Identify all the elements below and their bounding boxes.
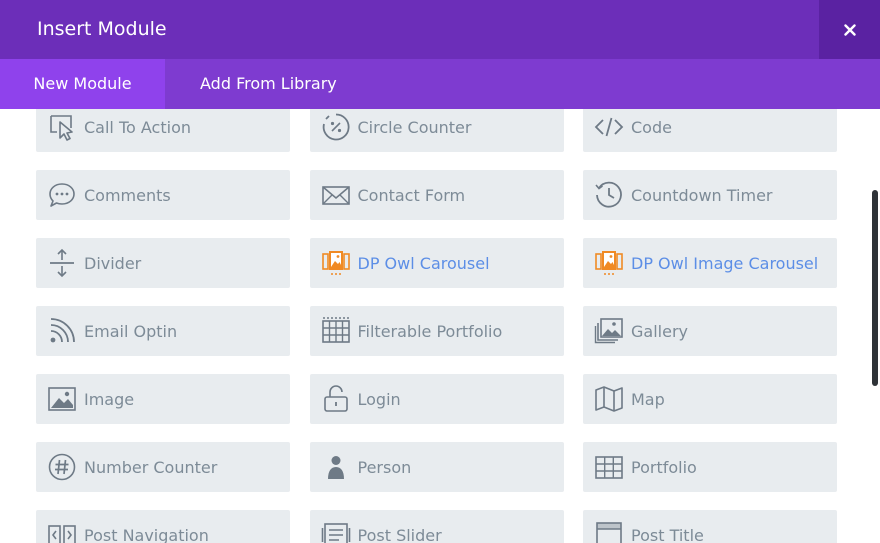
carousel-icon [594,248,624,278]
image-icon [47,384,77,414]
module-divider[interactable]: Divider [36,238,290,288]
module-gallery[interactable]: Gallery [583,306,837,356]
module-label: Post Navigation [84,525,209,543]
hash-icon [47,452,77,482]
module-circle-counter[interactable]: Circle Counter [309,109,564,152]
module-number-counter[interactable]: Number Counter [36,442,290,492]
module-map[interactable]: Map [583,374,837,424]
cursor-click-icon [47,112,77,142]
grid-table-icon [321,316,351,346]
module-label: Countdown Timer [631,185,773,205]
module-filterable-portfolio[interactable]: Filterable Portfolio [309,306,564,356]
module-post-title[interactable]: Post Title [583,510,837,543]
module-dp-owl-carousel[interactable]: DP Owl Carousel [309,238,564,288]
module-label: Post Slider [357,525,442,543]
post-slider-icon [321,520,351,543]
module-countdown-timer[interactable]: Countdown Timer [583,170,837,220]
module-label: Post Title [631,525,704,543]
dialog-header: Insert Module [0,0,880,59]
portfolio-grid-icon [594,452,624,482]
module-label: Map [631,389,665,409]
post-title-icon [594,520,624,543]
code-icon [594,112,624,142]
module-label: Gallery [631,321,688,341]
module-login[interactable]: Login [309,374,564,424]
module-person[interactable]: Person [309,442,564,492]
module-label: Divider [84,253,142,273]
clock-icon [594,180,624,210]
module-post-navigation[interactable]: Post Navigation [36,510,290,543]
module-email-optin[interactable]: Email Optin [36,306,290,356]
circle-percent-icon [321,112,351,142]
lock-icon [321,384,351,414]
module-label: Filterable Portfolio [357,321,503,341]
speech-bubble-icon [47,180,77,210]
person-icon [321,452,351,482]
module-label: Number Counter [84,457,218,477]
module-label: Code [631,117,672,137]
module-list[interactable]: Call To Action Circle Counter Code Comments… [0,109,880,543]
dialog-title: Insert Module [37,18,167,40]
module-label: DP Owl Carousel [357,253,490,273]
module-label: Comments [84,185,171,205]
tab-label: Add From Library [200,74,337,93]
rss-icon [47,316,77,346]
divider-icon [47,248,77,278]
carousel-icon [321,248,351,278]
module-label: Call To Action [84,117,191,137]
module-label: Person [357,457,412,477]
module-label: Contact Form [357,185,466,205]
insert-module-dialog: Insert Module New Module Add From Librar… [0,0,880,543]
module-label: Image [84,389,135,409]
gallery-icon [594,316,624,346]
module-label: DP Owl Image Carousel [631,253,819,273]
tab-label: New Module [33,74,132,93]
tab-add-from-library[interactable]: Add From Library [165,59,365,109]
map-icon [594,384,624,414]
module-post-slider[interactable]: Post Slider [309,510,564,543]
post-navigation-icon [47,520,77,543]
module-code[interactable]: Code [583,109,837,152]
close-button[interactable] [819,0,880,59]
envelope-icon [321,180,351,210]
module-label: Login [357,389,401,409]
module-comments[interactable]: Comments [36,170,290,220]
module-portfolio[interactable]: Portfolio [583,442,837,492]
module-contact-form[interactable]: Contact Form [309,170,564,220]
tab-new-module[interactable]: New Module [0,59,165,109]
module-dp-owl-image-carousel[interactable]: DP Owl Image Carousel [583,238,837,288]
module-grid: Call To Action Circle Counter Code Comments… [36,109,837,543]
module-label: Circle Counter [357,117,472,137]
tab-bar: New Module Add From Library [0,59,880,109]
module-label: Portfolio [631,457,697,477]
scrollbar-thumb[interactable] [872,190,878,386]
module-label: Email Optin [84,321,178,341]
close-icon [843,23,856,36]
module-image[interactable]: Image [36,374,290,424]
module-call-to-action[interactable]: Call To Action [36,109,290,152]
